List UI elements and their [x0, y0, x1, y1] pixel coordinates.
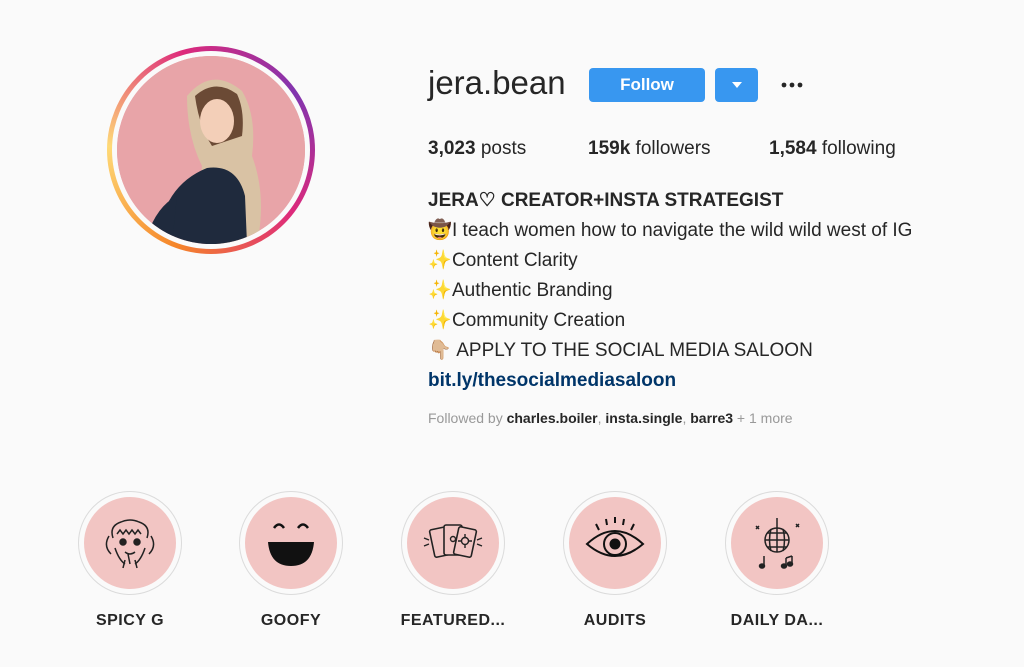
followed-by[interactable]: Followed by charles.boiler, insta.single…	[428, 410, 793, 426]
following-label: following	[816, 138, 896, 159]
highlight-cover	[245, 497, 337, 589]
followed-by-more[interactable]: + 1 more	[733, 410, 793, 426]
highlight-cover	[407, 497, 499, 589]
followed-by-user[interactable]: insta.single	[605, 410, 682, 426]
pointing-down-emoji-icon: 👇🏼	[428, 340, 452, 361]
sparkles-emoji-icon: ✨	[428, 310, 452, 331]
highlight-cover	[84, 497, 176, 589]
highlight-ring	[563, 491, 667, 595]
highlight-ring	[401, 491, 505, 595]
profile-avatar-ring[interactable]	[107, 46, 315, 254]
following-count: 1,584	[769, 138, 817, 159]
cowboy-emoji-icon: 🤠	[428, 220, 452, 241]
bio-line: ✨Authentic Branding	[428, 276, 912, 306]
sparkles-emoji-icon: ✨	[428, 250, 452, 271]
bio-name: JERA♡ CREATOR+INSTA STRATEGIST	[428, 190, 784, 211]
bio-line-text: APPLY TO THE SOCIAL MEDIA SALOON	[452, 340, 813, 361]
following-stat[interactable]: 1,584 following	[769, 138, 896, 160]
profile-bio: JERA♡ CREATOR+INSTA STRATEGIST 🤠I teach …	[428, 186, 912, 396]
highlight-goofy[interactable]: GOOFY	[239, 491, 343, 629]
bio-link[interactable]: bit.ly/thesocialmediasaloon	[428, 366, 912, 396]
highlight-audits[interactable]: AUDITS	[563, 491, 667, 629]
eye-icon	[585, 517, 645, 557]
followed-by-user[interactable]: barre3	[690, 410, 733, 426]
avatar[interactable]	[117, 56, 305, 244]
highlight-ring	[78, 491, 182, 595]
posts-stat: 3,023 posts	[428, 138, 526, 160]
posts-count: 3,023	[428, 138, 476, 159]
avatar-gap	[112, 51, 310, 249]
suggestions-dropdown-button[interactable]	[715, 68, 758, 102]
followers-label: followers	[630, 138, 711, 159]
follow-button[interactable]: Follow	[589, 68, 705, 102]
sparkles-emoji-icon: ✨	[428, 280, 452, 301]
highlight-featured[interactable]: FEATURED...	[401, 491, 505, 629]
highlight-label: AUDITS	[583, 612, 647, 629]
more-dots-icon	[781, 82, 803, 88]
highlight-label: SPICY G	[95, 612, 165, 629]
bio-line: 👇🏼 APPLY TO THE SOCIAL MEDIA SALOON	[428, 336, 912, 366]
more-options-button[interactable]	[778, 72, 806, 98]
highlight-daily-da[interactable]: DAILY DA...	[725, 491, 829, 629]
bio-line-text: Community Creation	[452, 310, 626, 331]
disco-ball-icon	[755, 518, 800, 569]
followers-count: 159k	[588, 138, 631, 159]
tarot-cards-icon	[423, 524, 483, 558]
highlight-label: DAILY DA...	[730, 612, 824, 629]
avatar-photo	[117, 56, 305, 244]
bio-line: ✨Community Creation	[428, 306, 912, 336]
bio-line-text: I teach women how to navigate the wild w…	[452, 220, 913, 241]
bio-line: 🤠I teach women how to navigate the wild …	[428, 216, 912, 246]
bio-line: ✨Content Clarity	[428, 246, 912, 276]
highlight-label: GOOFY	[260, 612, 322, 629]
highlight-ring	[239, 491, 343, 595]
bio-line-text: Authentic Branding	[452, 280, 613, 301]
highlight-spicy-g[interactable]: SPICY G	[78, 491, 182, 629]
highlight-ring	[725, 491, 829, 595]
bio-line-text: Content Clarity	[452, 250, 578, 271]
highlight-label: FEATURED...	[400, 612, 506, 629]
followers-stat[interactable]: 159k followers	[588, 138, 711, 160]
profile-username: jera.bean	[428, 64, 566, 101]
caret-down-icon	[731, 82, 742, 88]
highlight-cover	[569, 497, 661, 589]
highlight-cover	[731, 497, 823, 589]
followed-by-user[interactable]: charles.boiler	[507, 410, 598, 426]
followed-by-prefix: Followed by	[428, 410, 507, 426]
dog-sketch-icon	[105, 519, 155, 569]
smiley-face-icon	[268, 523, 314, 566]
posts-label: posts	[475, 138, 527, 159]
